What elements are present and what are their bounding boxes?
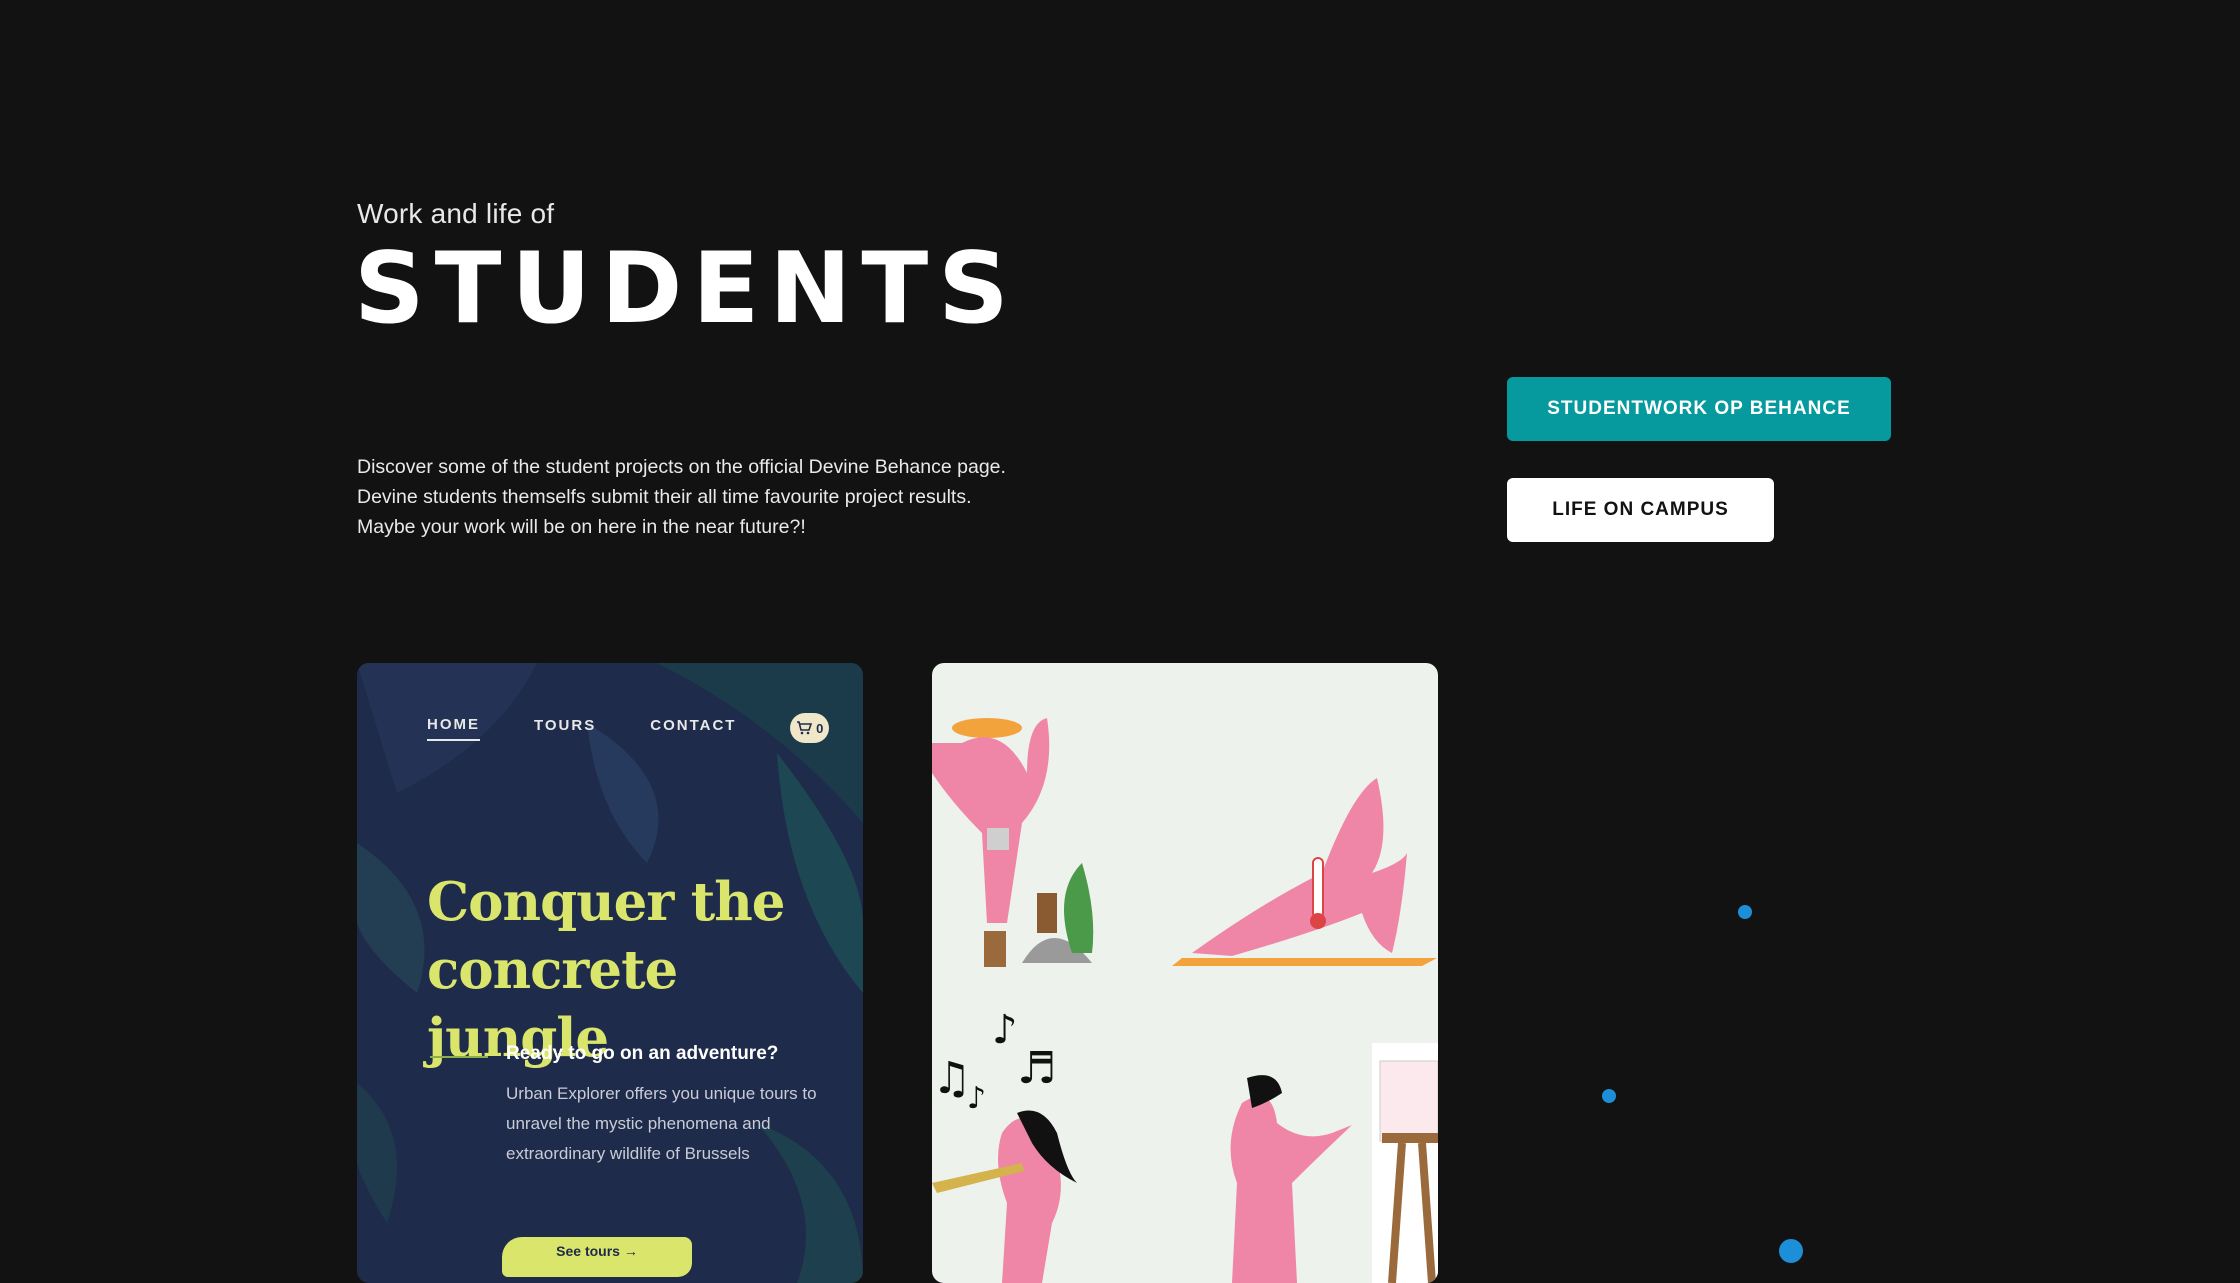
nav-item-home[interactable]: HOME [427, 716, 480, 741]
jungle-subheading: Ready to go on an adventure? [506, 1043, 779, 1064]
cart-count: 0 [816, 720, 824, 736]
intro-text: Discover some of the student projects on… [357, 456, 1006, 538]
jungle-body: Urban Explorer offers you unique tours t… [506, 1084, 817, 1163]
svg-text:♬: ♬ [1017, 1043, 1056, 1094]
svg-text:♪: ♪ [992, 1007, 1018, 1053]
illustration-gardener: ♪ ♫ ♬ ♪ [932, 718, 1438, 1283]
project-card-urban-explorer[interactable]: HOME TOURS CONTACT 0 Conquer the concret… [357, 663, 863, 1283]
studentwork-behance-button[interactable]: STUDENTWORK OP BEHANCE [1507, 377, 1891, 441]
svg-text:♪: ♪ [967, 1081, 986, 1116]
see-tours-button[interactable]: See tours → [502, 1237, 692, 1277]
cart-icon [797, 721, 813, 735]
life-on-campus-button[interactable]: LIFE ON CAMPUS [1507, 478, 1774, 542]
project-card-illustrations[interactable]: ♪ ♫ ♬ ♪ [932, 663, 1438, 1283]
decorative-dot [1738, 905, 1752, 919]
decorative-dot [1779, 1239, 1803, 1263]
page-kicker: Work and life of [357, 198, 555, 229]
divider [430, 1056, 488, 1058]
nav-item-contact[interactable]: CONTACT [650, 717, 736, 740]
cart-button[interactable]: 0 [790, 713, 829, 743]
decorative-dot [1602, 1089, 1616, 1103]
site-nav: HOME TOURS CONTACT 0 [427, 713, 829, 743]
page-title: STUDENTS [354, 232, 1019, 346]
svg-text:♫: ♫ [932, 1053, 971, 1104]
jungle-headline: Conquer the concrete jungle [427, 871, 786, 1069]
nav-item-tours[interactable]: TOURS [534, 717, 596, 740]
